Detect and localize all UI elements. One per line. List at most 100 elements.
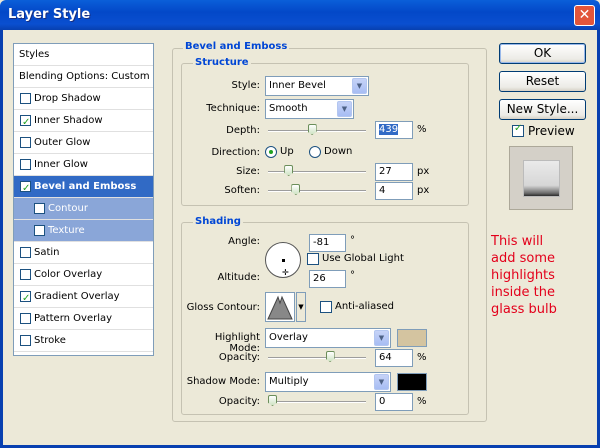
depth-value: 439: [379, 124, 399, 135]
style-item-texture[interactable]: Texture: [14, 220, 153, 242]
styles-header-label: Styles: [19, 49, 50, 60]
highlight-opacity-label: Opacity:: [218, 352, 260, 363]
shadow-opacity-track[interactable]: [268, 401, 366, 403]
altitude-label: Altitude:: [217, 272, 260, 283]
style-item-checkbox[interactable]: [20, 335, 31, 346]
style-item-satin[interactable]: Satin: [14, 242, 153, 264]
style-item-checkbox[interactable]: [20, 93, 31, 104]
direction-down-label: Down: [324, 146, 353, 157]
style-item-checkbox[interactable]: [20, 247, 31, 258]
close-button[interactable]: ✕: [574, 5, 595, 26]
chevron-down-icon: ▼: [374, 330, 389, 346]
depth-unit: %: [417, 124, 427, 135]
style-item-label: Color Overlay: [34, 269, 103, 280]
annotation-line: add some: [491, 251, 555, 266]
size-input[interactable]: 27: [375, 163, 413, 181]
style-item-checkbox[interactable]: [20, 159, 31, 170]
blending-options-label: Blending Options: Custom: [19, 71, 150, 82]
style-item-color-overlay[interactable]: Color Overlay: [14, 264, 153, 286]
use-global-light-checkbox[interactable]: [307, 253, 319, 265]
size-label: Size:: [236, 166, 260, 177]
direction-label: Direction:: [211, 147, 260, 158]
style-item-checkbox[interactable]: [34, 203, 45, 214]
chevron-down-icon: ▼: [374, 374, 389, 390]
style-item-checkbox[interactable]: [20, 288, 31, 309]
style-item-drop-shadow[interactable]: Drop Shadow: [14, 88, 153, 110]
shadow-opacity-label: Opacity:: [218, 396, 260, 407]
style-item-checkbox[interactable]: [20, 178, 31, 199]
style-item-contour[interactable]: Contour: [14, 198, 153, 220]
style-select[interactable]: Inner Bevel ▼: [265, 76, 369, 96]
style-item-stroke[interactable]: Stroke: [14, 330, 153, 352]
style-item-bevel-and-emboss[interactable]: Bevel and Emboss: [14, 176, 153, 199]
depth-slider-track[interactable]: [268, 130, 366, 132]
chevron-down-icon: ▼: [352, 78, 367, 94]
annotation-text: This will add some highlights inside the…: [491, 233, 591, 318]
structure-title: Structure: [193, 57, 251, 68]
gloss-contour-dropdown[interactable]: ▼: [296, 292, 306, 322]
highlight-opacity-unit: %: [417, 352, 427, 363]
soften-input[interactable]: 4: [375, 182, 413, 200]
direction-down-radio[interactable]: [309, 146, 321, 158]
ok-button[interactable]: OK: [499, 43, 586, 64]
gloss-contour-label: Gloss Contour:: [186, 302, 260, 313]
chevron-down-icon: ▼: [337, 101, 352, 117]
style-item-checkbox[interactable]: [20, 313, 31, 324]
style-item-label: Inner Shadow: [34, 115, 103, 126]
technique-select-value: Smooth: [269, 103, 308, 114]
highlight-color-swatch[interactable]: [397, 329, 427, 347]
style-item-label: Stroke: [34, 335, 66, 346]
crosshair-icon: ✛: [282, 268, 289, 277]
style-item-label: Satin: [34, 247, 60, 258]
style-item-checkbox[interactable]: [34, 225, 45, 236]
blending-options-item[interactable]: Blending Options: Custom: [14, 66, 153, 88]
shadow-color-swatch[interactable]: [397, 373, 427, 391]
style-item-outer-glow[interactable]: Outer Glow: [14, 132, 153, 154]
highlight-opacity-input[interactable]: 64: [375, 349, 413, 367]
style-item-checkbox[interactable]: [20, 112, 31, 133]
style-item-label: Bevel and Emboss: [34, 181, 137, 192]
soften-label: Soften:: [224, 185, 260, 196]
soften-slider-track[interactable]: [268, 190, 366, 192]
style-item-gradient-overlay[interactable]: Gradient Overlay: [14, 286, 153, 309]
styles-header[interactable]: Styles: [14, 44, 153, 66]
highlight-mode-label: Highlight Mode:: [214, 332, 260, 354]
new-style-button[interactable]: New Style...: [499, 99, 586, 120]
style-item-pattern-overlay[interactable]: Pattern Overlay: [14, 308, 153, 330]
anti-aliased-label: Anti-aliased: [335, 301, 395, 312]
style-item-inner-glow[interactable]: Inner Glow: [14, 154, 153, 176]
preview-thumbnail: [509, 146, 573, 210]
direction-up-radio[interactable]: [265, 146, 277, 158]
angle-unit: °: [350, 235, 355, 246]
style-item-inner-shadow[interactable]: Inner Shadow: [14, 110, 153, 133]
preview-checkbox[interactable]: [512, 123, 524, 137]
shadow-mode-label: Shadow Mode:: [186, 376, 260, 387]
gloss-contour-preview[interactable]: [265, 292, 295, 322]
annotation-line: This will: [491, 234, 544, 249]
depth-input[interactable]: 439: [375, 121, 413, 139]
style-label: Style:: [231, 80, 261, 91]
shadow-opacity-unit: %: [417, 396, 427, 407]
window-title: Layer Style: [8, 7, 91, 22]
style-item-checkbox[interactable]: [20, 137, 31, 148]
angle-dial-point: [282, 259, 285, 262]
highlight-opacity-track[interactable]: [268, 357, 366, 359]
angle-input[interactable]: -81: [309, 234, 346, 252]
shading-title: Shading: [193, 216, 243, 227]
style-item-label: Inner Glow: [34, 159, 88, 170]
style-item-checkbox[interactable]: [20, 269, 31, 280]
depth-label: Depth:: [226, 125, 260, 136]
reset-button[interactable]: Reset: [499, 71, 586, 92]
technique-select[interactable]: Smooth ▼: [265, 99, 354, 119]
preview-swatch: [523, 160, 560, 197]
size-slider-track[interactable]: [268, 171, 366, 173]
shadow-mode-select[interactable]: Multiply ▼: [265, 372, 391, 392]
altitude-input[interactable]: 26: [309, 270, 346, 288]
size-unit: px: [417, 166, 430, 177]
highlight-mode-select[interactable]: Overlay ▼: [265, 328, 391, 348]
anti-aliased-checkbox[interactable]: [320, 301, 332, 313]
shadow-opacity-input[interactable]: 0: [375, 393, 413, 411]
use-global-light-label: Use Global Light: [322, 253, 404, 264]
style-item-label: Pattern Overlay: [34, 313, 113, 324]
highlight-mode-value: Overlay: [269, 332, 308, 343]
